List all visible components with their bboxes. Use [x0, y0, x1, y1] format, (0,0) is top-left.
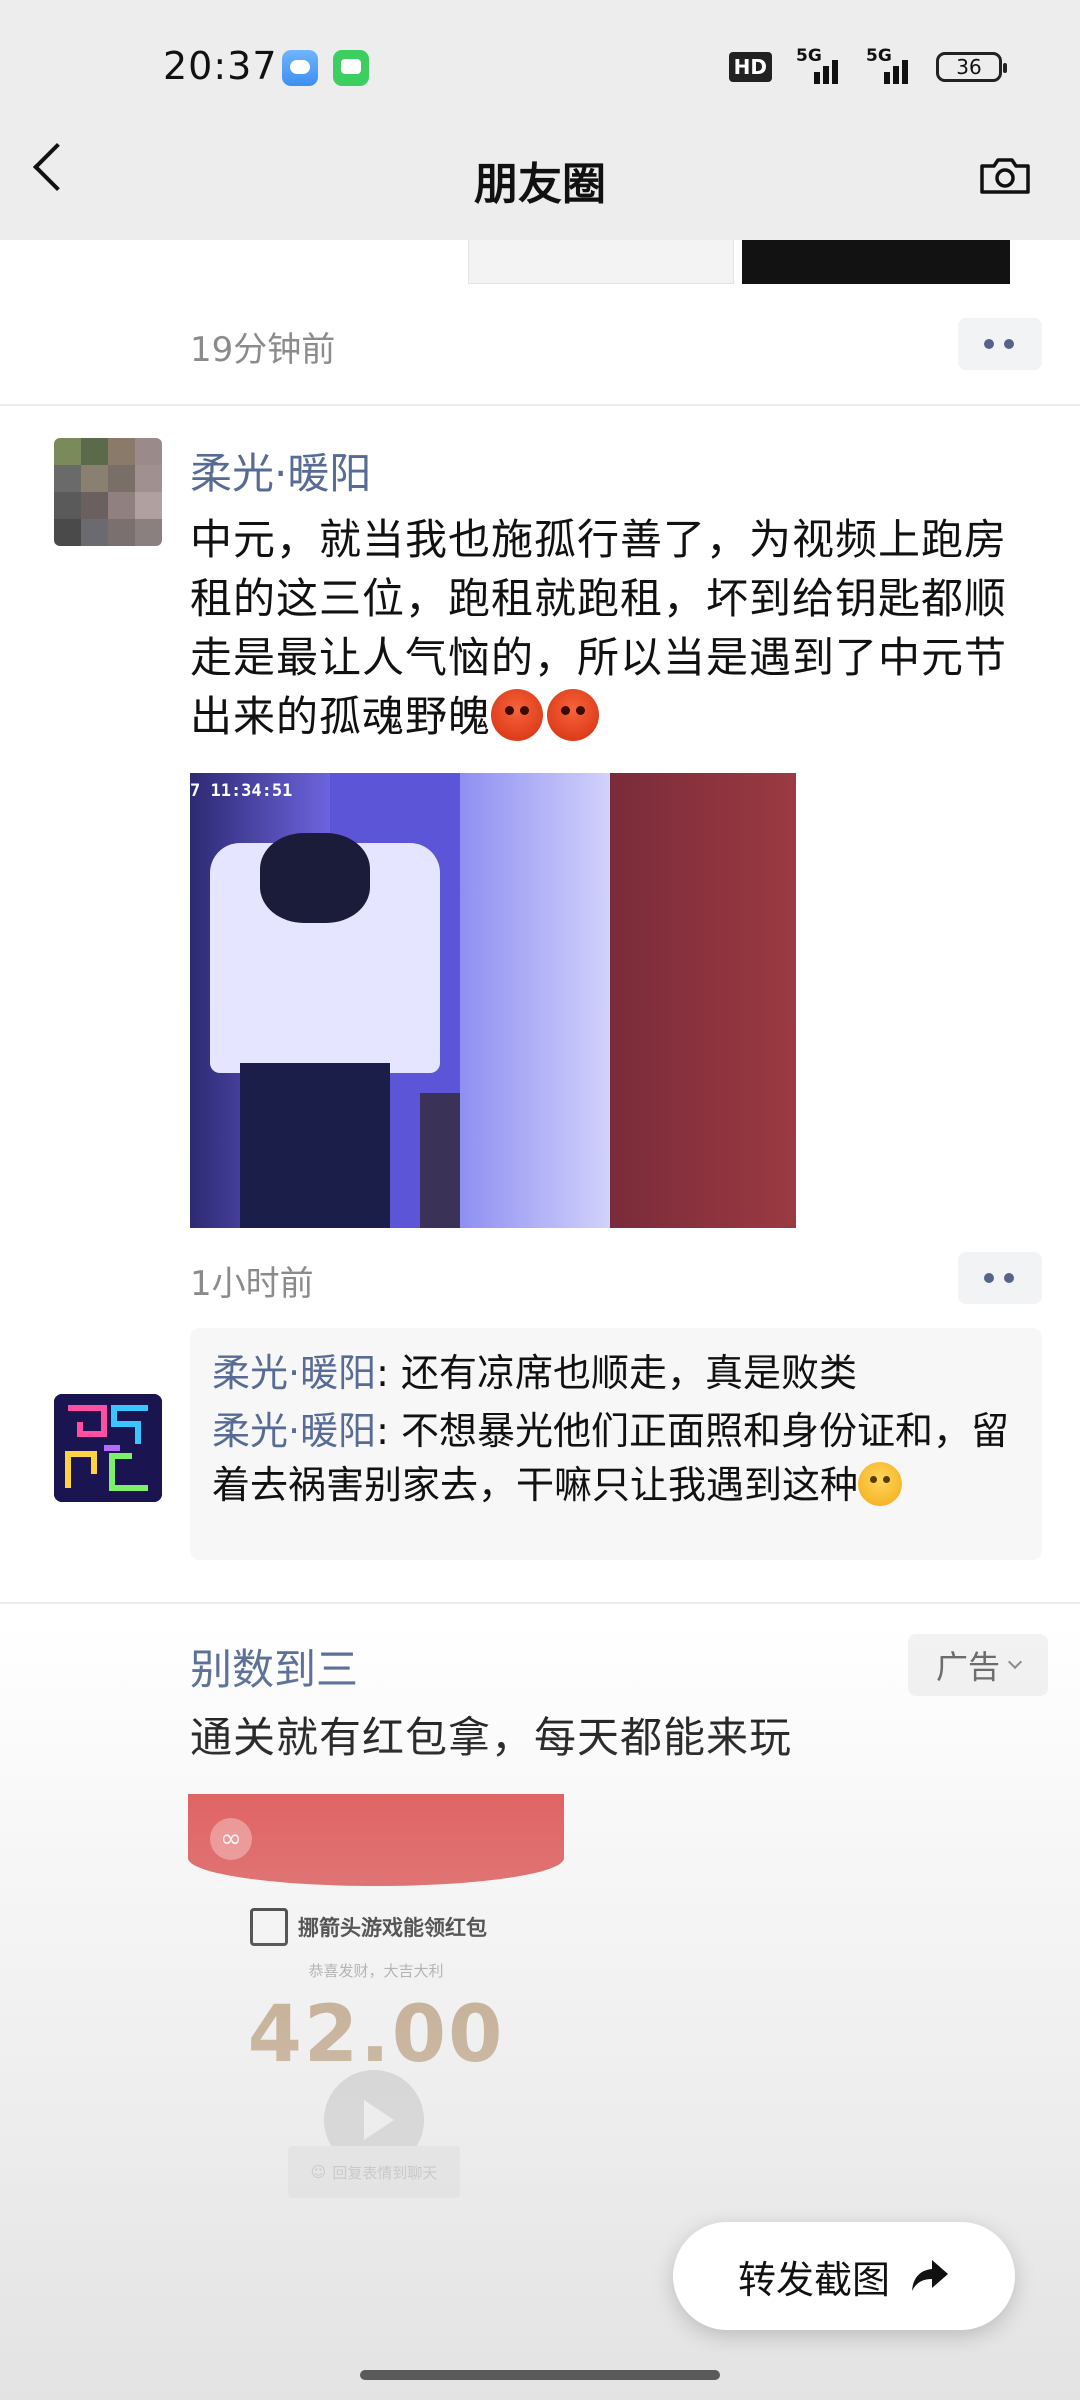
ad-avatar[interactable]	[54, 1394, 162, 1502]
comment[interactable]: 柔光·暖阳: 不想暴光他们正面照和身份证和，留着去祸害别家去，干嘛只让我遇到这种	[212, 1404, 1020, 1512]
status-indicators: HD 5G 5G 36	[728, 46, 1007, 84]
angry-emoji-icon	[491, 689, 544, 741]
comment[interactable]: 柔光·暖阳: 还有凉席也顺走，真是败类	[212, 1346, 1020, 1400]
comment-box: 柔光·暖阳: 还有凉席也顺走，真是败类 柔光·暖阳: 不想暴光他们正面照和身份证…	[190, 1328, 1042, 1560]
puzzled-emoji-icon	[858, 1462, 903, 1506]
prev-post-time: 19分钟前	[190, 330, 336, 370]
moments-screen: 20:37 HD 5G 5G 36 朋友圈 19分钟前 柔光·暖阳 中元，就当我…	[0, 0, 1080, 2400]
share-arrow-icon	[912, 2260, 948, 2291]
chevron-down-icon	[1007, 1654, 1023, 1670]
red-packet-amount: 42.00	[247, 1990, 505, 2080]
camera-icon[interactable]	[978, 156, 1032, 196]
divider	[0, 1602, 1080, 1604]
prev-image-1[interactable]	[468, 240, 734, 284]
post-more-button[interactable]	[958, 1252, 1042, 1304]
ad-name[interactable]: 别数到三	[190, 1636, 358, 1697]
angry-emoji-icon	[547, 689, 600, 741]
hd-voice-icon: HD	[728, 52, 772, 82]
card-subtitle: 恭喜发财，大吉大利	[308, 1962, 444, 1980]
home-indicator[interactable]	[360, 2370, 720, 2380]
game-logo-icon	[250, 1908, 288, 1946]
previous-post-images	[0, 240, 1080, 284]
red-packet-card[interactable]: ∞ 挪箭头游戏能领红包 恭喜发财，大吉大利 42.00 ☺ 回复表情到聊天	[188, 1794, 564, 2204]
signal-5g-icon-2: 5G	[866, 46, 912, 84]
post-text: 中元，就当我也施孤行善了，为视频上跑房租的这三位，跑租就跑租，坏到给钥匙都顺走是…	[190, 515, 1008, 741]
ad-badge[interactable]: 广告	[908, 1634, 1048, 1696]
ad-text: 通关就有红包拿，每天都能来玩	[190, 1713, 793, 1762]
card-title: 挪箭头游戏能领红包	[298, 1916, 487, 1940]
battery-icon: 36	[936, 52, 1007, 82]
smile-icon: ☺	[310, 2163, 327, 2181]
status-time: 20:37	[163, 44, 278, 88]
signal-5g-icon: 5G	[796, 46, 842, 84]
reply-emoji-chip[interactable]: ☺ 回复表情到聊天	[288, 2146, 460, 2198]
post-time: 1小时前	[190, 1264, 314, 1304]
divider	[0, 404, 1080, 406]
post-photo[interactable]: 7 11:34:51	[190, 773, 796, 1228]
photo-timestamp: 7 11:34:51	[190, 781, 293, 801]
top-bar: 20:37 HD 5G 5G 36 朋友圈	[0, 0, 1080, 240]
post-avatar[interactable]	[54, 438, 162, 546]
prev-post-more-button[interactable]	[958, 318, 1042, 370]
battery-level: 36	[956, 55, 982, 79]
post-author[interactable]: 柔光·暖阳	[190, 440, 371, 501]
prev-image-2[interactable]	[742, 240, 1010, 284]
weather-app-icon	[282, 50, 318, 86]
page-title: 朋友圈	[474, 159, 606, 210]
share-screenshot-button[interactable]: 转发截图	[673, 2222, 1015, 2330]
messages-app-icon	[333, 50, 369, 86]
link-icon: ∞	[210, 1818, 252, 1860]
